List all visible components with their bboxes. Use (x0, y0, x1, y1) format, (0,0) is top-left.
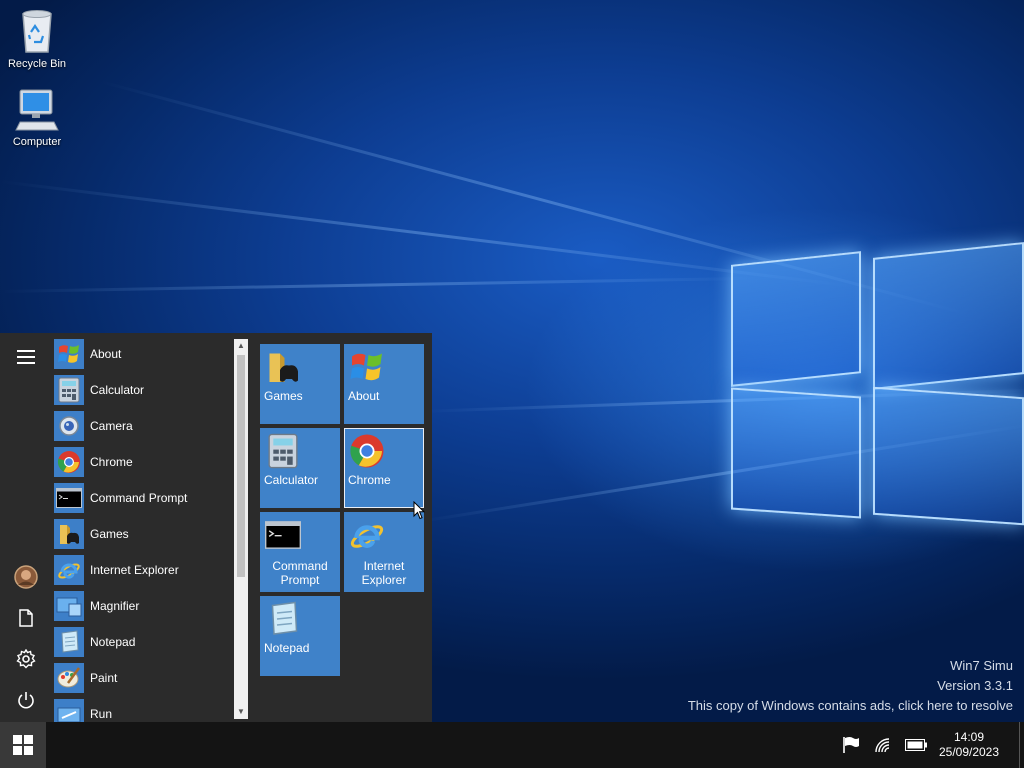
games-folder-icon (269, 353, 298, 382)
desktop-icon-label: Recycle Bin (7, 58, 67, 70)
list-item-calculator[interactable]: Calculator (52, 372, 232, 408)
list-item-command-prompt[interactable]: Command Prompt (52, 480, 232, 516)
calculator-icon (268, 433, 298, 469)
windows-flag-icon (58, 345, 79, 363)
tile-internet-explorer[interactable]: Internet Explorer (344, 512, 424, 592)
watermark-version: Version 3.3.1 (937, 678, 1013, 693)
camera-icon (59, 416, 79, 436)
documents-icon (19, 609, 33, 627)
list-item-chrome[interactable]: Chrome (52, 444, 232, 480)
battery-icon (905, 739, 927, 751)
tile-about[interactable]: About (344, 344, 424, 424)
desktop-icon-label: Computer (12, 136, 62, 148)
app-label: Paint (90, 671, 118, 685)
list-item-games[interactable]: Games (52, 516, 232, 552)
paint-icon (57, 667, 81, 688)
watermark-product-name: Win7 Simu (950, 658, 1013, 673)
tile-label-line1: Internet (363, 559, 405, 573)
windows-flag-icon (350, 353, 382, 381)
calculator-icon (58, 377, 80, 403)
activation-watermark[interactable]: Win7 Simu Version 3.3.1 This copy of Win… (688, 656, 1013, 716)
list-item-about[interactable]: About (52, 336, 232, 372)
wifi-icon (875, 738, 890, 753)
all-apps-list: About Calculator Camera Chrome Command P… (52, 336, 232, 722)
chrome-icon (350, 434, 384, 468)
list-item-internet-explorer[interactable]: Internet Explorer (52, 552, 232, 588)
start-menu: About Calculator Camera Chrome Command P… (0, 333, 432, 722)
command-prompt-icon (265, 521, 301, 549)
app-label: Camera (90, 419, 133, 433)
run-icon (57, 707, 81, 722)
app-label: Notepad (90, 635, 136, 649)
tile-notepad[interactable]: Notepad (260, 596, 340, 676)
tile-label-line2: Prompt (280, 573, 320, 587)
user-avatar-icon (14, 565, 38, 589)
start-menu-rail (0, 333, 52, 722)
list-item-paint[interactable]: Paint (52, 660, 232, 696)
tile-label: Notepad (264, 641, 310, 655)
mouse-cursor-icon (413, 501, 425, 520)
desktop-icon-computer[interactable]: Computer (2, 88, 72, 148)
tile-calculator[interactable]: Calculator (260, 428, 340, 508)
notepad-icon (271, 601, 298, 635)
tile-chrome[interactable]: Chrome (344, 428, 424, 508)
app-list-scrollbar[interactable]: ▲ ▼ (234, 339, 248, 719)
recycle-bin-icon (22, 10, 52, 53)
hamburger-menu-icon (17, 350, 35, 364)
action-center-button[interactable] (840, 736, 862, 754)
documents-button[interactable] (13, 605, 39, 631)
windows-logo-icon (13, 735, 33, 755)
power-button[interactable] (13, 687, 39, 713)
tile-label-line1: Command (272, 559, 328, 573)
power-icon (18, 692, 34, 709)
settings-button[interactable] (13, 646, 39, 672)
clock-date: 25/09/2023 (938, 745, 1000, 759)
tile-label: Chrome (348, 473, 391, 487)
start-button[interactable] (0, 722, 46, 768)
internet-explorer-icon (350, 525, 384, 548)
list-item-run[interactable]: Run (52, 696, 232, 722)
tile-label: Games (264, 389, 303, 403)
app-label: Games (90, 527, 129, 541)
tile-command-prompt[interactable]: Command Prompt (260, 512, 340, 592)
computer-icon (15, 89, 59, 131)
taskbar-clock[interactable]: 14:09 25/09/2023 (932, 730, 1006, 760)
app-label: Calculator (90, 383, 145, 397)
scrollbar-thumb[interactable] (237, 355, 245, 577)
taskbar: 14:09 25/09/2023 (0, 722, 1024, 768)
settings-gear-icon (16, 649, 36, 669)
network-button[interactable] (872, 736, 894, 754)
list-item-camera[interactable]: Camera (52, 408, 232, 444)
internet-explorer-icon (58, 563, 80, 579)
app-label: About (90, 347, 122, 361)
action-center-flag-icon (843, 737, 859, 753)
app-label: Run (90, 707, 113, 721)
scroll-up-arrow-icon[interactable]: ▲ (234, 339, 248, 353)
desktop-icon-recycle-bin[interactable]: Recycle Bin (2, 8, 72, 70)
tile-label: Calculator (264, 473, 319, 487)
notepad-icon (61, 630, 79, 653)
watermark-ads-notice[interactable]: This copy of Windows contains ads, click… (688, 696, 1013, 716)
user-account-button[interactable] (13, 564, 39, 590)
list-item-notepad[interactable]: Notepad (52, 624, 232, 660)
app-label: Internet Explorer (90, 563, 179, 577)
tile-label: About (348, 389, 380, 403)
chrome-icon (57, 451, 80, 473)
scroll-down-arrow-icon[interactable]: ▼ (234, 705, 248, 719)
list-item-magnifier[interactable]: Magnifier (52, 588, 232, 624)
command-prompt-icon (56, 488, 82, 508)
tile-label-line2: Explorer (361, 573, 407, 587)
hamburger-menu-button[interactable] (13, 344, 39, 370)
battery-button[interactable] (905, 736, 927, 754)
show-desktop-button[interactable] (1019, 722, 1024, 768)
app-label: Command Prompt (90, 491, 188, 505)
games-folder-icon (60, 525, 79, 544)
tile-games[interactable]: Games (260, 344, 340, 424)
app-label: Magnifier (90, 599, 140, 613)
clock-time: 14:09 (953, 730, 985, 744)
magnifier-icon (56, 597, 82, 617)
app-label: Chrome (90, 455, 133, 469)
